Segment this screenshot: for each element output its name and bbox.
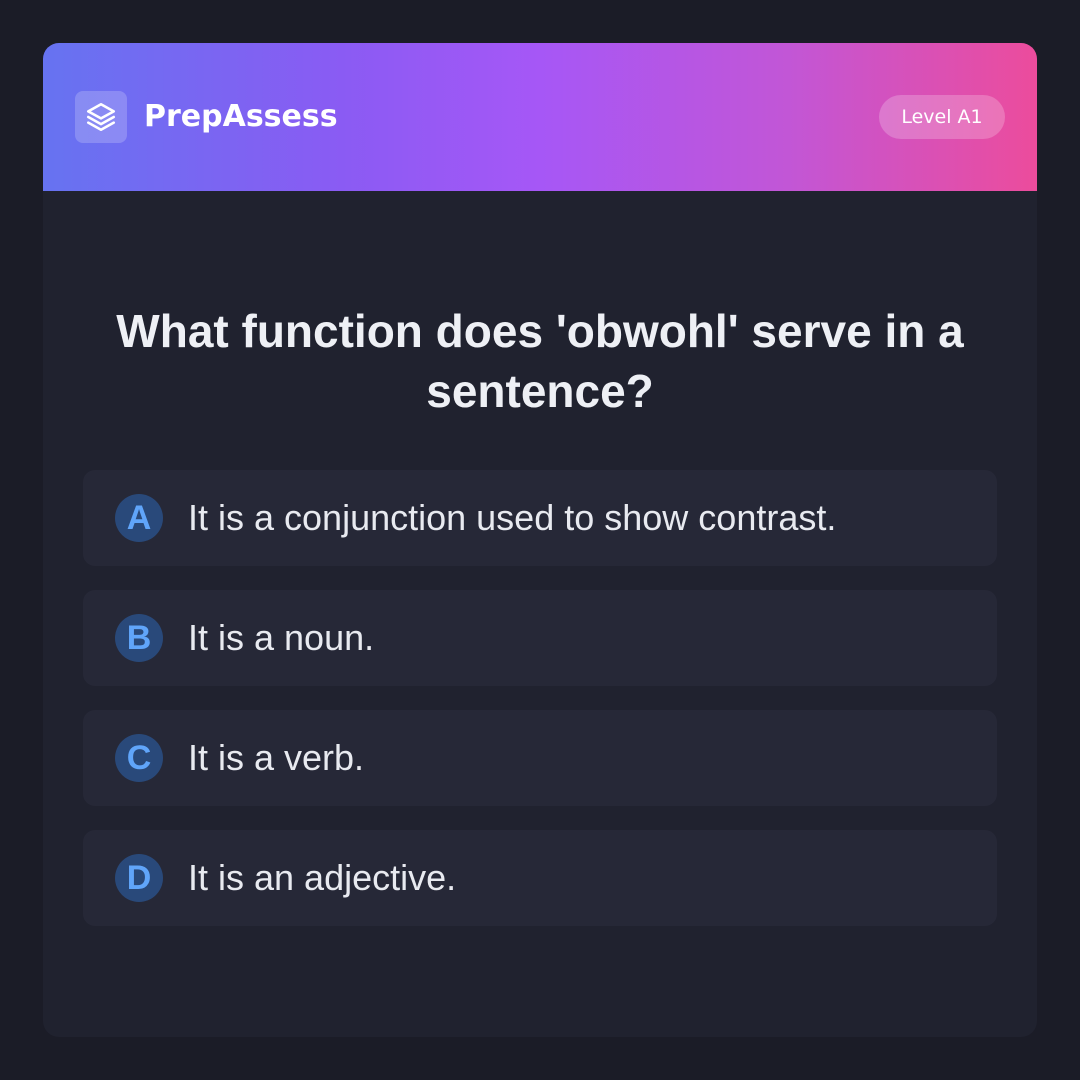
layers-icon (75, 91, 127, 143)
option-text: It is an adjective. (188, 857, 457, 898)
option-text: It is a conjunction used to show contras… (188, 497, 837, 538)
quiz-card: PrepAssess Level A1 What function does '… (43, 43, 1037, 1037)
option-d[interactable]: D It is an adjective. (83, 830, 997, 926)
option-a[interactable]: A It is a conjunction used to show contr… (83, 470, 997, 566)
option-text: It is a verb. (188, 737, 365, 778)
level-badge: Level A1 (879, 95, 1005, 139)
option-b[interactable]: B It is a noun. (83, 590, 997, 686)
quiz-header: PrepAssess Level A1 (43, 43, 1037, 191)
option-c[interactable]: C It is a verb. (83, 710, 997, 806)
brand-name: PrepAssess (144, 99, 338, 134)
option-letter-badge: B (115, 614, 163, 662)
option-letter-badge: D (115, 854, 163, 902)
option-letter-badge: C (115, 734, 163, 782)
question-text: What function does 'obwohl' serve in a s… (116, 305, 964, 417)
option-text: It is a noun. (188, 617, 375, 658)
option-letter-badge: A (115, 494, 163, 542)
